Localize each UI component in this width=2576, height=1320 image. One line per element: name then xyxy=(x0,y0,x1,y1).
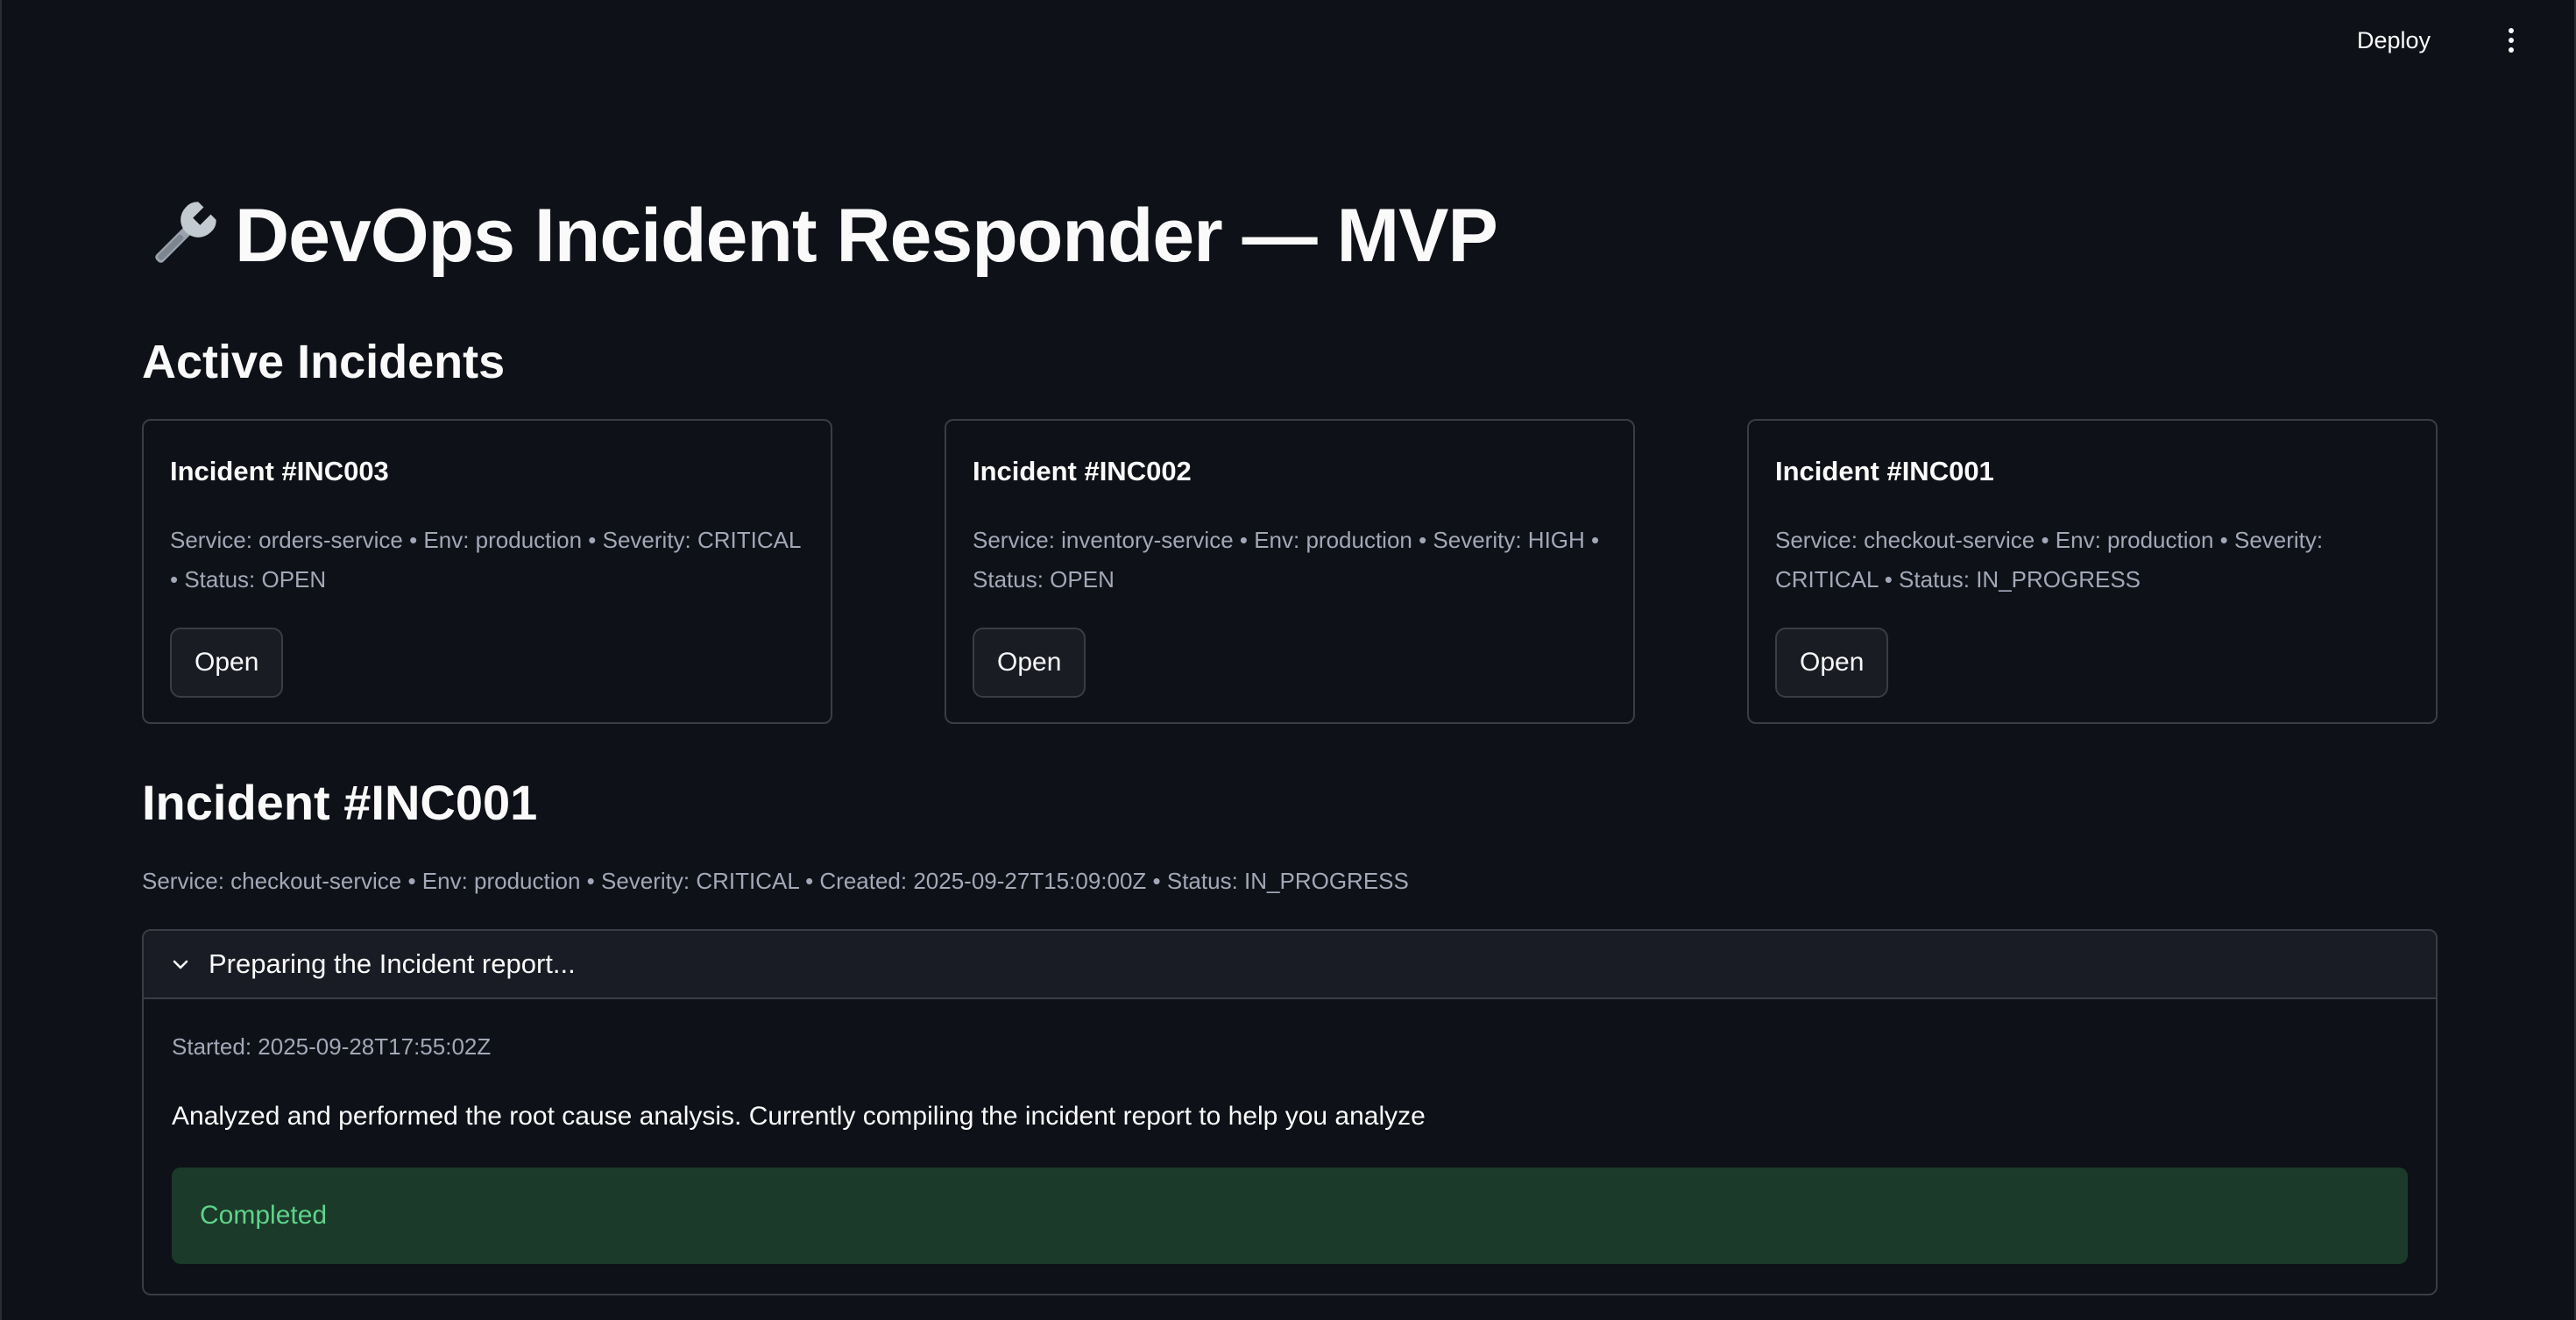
incident-detail-title: Incident #INC001 xyxy=(142,775,538,830)
chevron-down-icon xyxy=(173,960,188,969)
open-incident-button[interactable]: Open xyxy=(170,628,284,698)
incident-detail-meta: Service: checkout-service • Env: product… xyxy=(142,868,1409,894)
incident-card-meta: Service: orders-service • Env: productio… xyxy=(170,527,801,593)
status-description: Analyzed and performed the root cause an… xyxy=(172,1102,1426,1131)
incident-card: Incident #INC003 Service: orders-service… xyxy=(142,419,832,724)
incident-card: Incident #INC001 Service: checkout-servi… xyxy=(1747,419,2438,724)
deploy-button[interactable]: Deploy xyxy=(2345,19,2443,61)
more-vertical-icon[interactable] xyxy=(2490,19,2532,61)
incident-card: Incident #INC002 Service: inventory-serv… xyxy=(945,419,1635,724)
open-incident-button[interactable]: Open xyxy=(1775,628,1889,698)
status-result-alert: Completed xyxy=(172,1167,2408,1264)
app-header: Deploy xyxy=(2,0,2574,81)
wrench-icon xyxy=(155,202,216,263)
open-incident-button[interactable]: Open xyxy=(973,628,1086,698)
status-expander-toggle[interactable]: Preparing the Incident report... xyxy=(144,931,2436,999)
status-expander: Preparing the Incident report... Started… xyxy=(142,929,2438,1295)
incident-cards: Incident #INC003 Service: orders-service… xyxy=(142,419,2438,724)
status-result-text: Completed xyxy=(200,1201,328,1230)
incident-card-title: Incident #INC003 xyxy=(170,456,389,486)
incident-card-title: Incident #INC002 xyxy=(973,456,1192,486)
page-title-text: DevOps Incident Responder — MVP xyxy=(235,194,1498,278)
status-expander-label: Preparing the Incident report... xyxy=(209,948,576,979)
incident-card-meta: Service: checkout-service • Env: product… xyxy=(1775,527,2324,593)
status-started-time: Started: 2025-09-28T17:55:02Z xyxy=(172,1033,492,1060)
page-title: DevOps Incident Responder — MVP xyxy=(142,188,1498,284)
incident-card-title: Incident #INC001 xyxy=(1775,456,1994,486)
active-incidents-heading: Active Incidents xyxy=(142,336,506,388)
incident-card-meta: Service: inventory-service • Env: produc… xyxy=(973,527,1600,593)
